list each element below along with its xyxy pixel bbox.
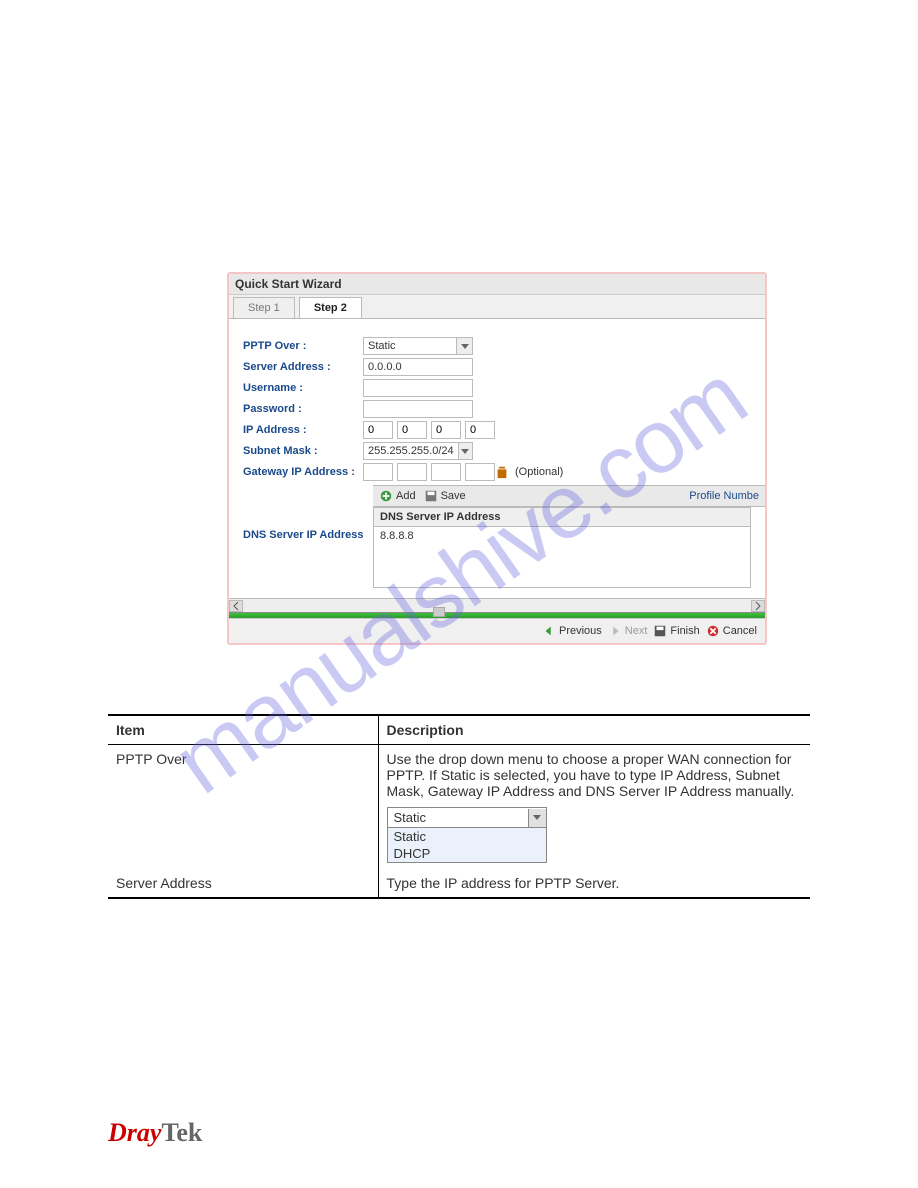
label-password: Password : [243, 403, 363, 415]
cancel-label: Cancel [723, 625, 757, 637]
cancel-icon [706, 624, 720, 638]
ip-octet-4[interactable] [465, 421, 495, 439]
profile-number-label: Profile Numbe [689, 490, 759, 502]
next-button[interactable]: Next [608, 624, 648, 638]
trash-icon[interactable] [495, 465, 509, 479]
wizard-title: Quick Start Wizard [229, 274, 765, 295]
table-row: PPTP Over Use the drop down menu to choo… [108, 745, 810, 870]
ip-octet-3[interactable] [431, 421, 461, 439]
th-description: Description [378, 715, 810, 745]
cell-item-pptp: PPTP Over [108, 745, 378, 870]
optional-label: (Optional) [515, 466, 563, 478]
finish-label: Finish [670, 625, 699, 637]
row-ip-address: IP Address : [243, 421, 751, 439]
gw-octet-4[interactable] [465, 463, 495, 481]
add-label: Add [396, 490, 416, 502]
subnet-mask-select[interactable]: 255.255.255.0/24 [363, 442, 473, 460]
previous-button[interactable]: Previous [542, 624, 602, 638]
plus-icon [379, 489, 393, 503]
save-icon [424, 489, 438, 503]
gw-octet-2[interactable] [397, 463, 427, 481]
ip-octet-1[interactable] [363, 421, 393, 439]
chevron-down-icon[interactable] [458, 443, 472, 459]
add-button[interactable]: Add [379, 489, 416, 503]
option-static[interactable]: Static [388, 828, 546, 845]
subnet-mask-value: 255.255.255.0/24 [364, 445, 458, 457]
label-subnet-mask: Subnet Mask : [243, 445, 363, 457]
pptp-over-select[interactable]: Static [363, 337, 473, 355]
dns-toolbar: Add Save Profile Numbe [373, 485, 765, 507]
save-icon [653, 624, 667, 638]
arrow-right-icon [608, 624, 622, 638]
scroll-left-icon[interactable] [229, 600, 243, 612]
label-ip-address: IP Address : [243, 424, 363, 436]
finish-button[interactable]: Finish [653, 624, 699, 638]
gw-octet-3[interactable] [431, 463, 461, 481]
row-username: Username : [243, 379, 751, 397]
dns-cell-value[interactable]: 8.8.8.8 [374, 527, 750, 587]
row-subnet-mask: Subnet Mask : 255.255.255.0/24 [243, 442, 751, 460]
scroll-thumb[interactable] [433, 607, 445, 617]
row-pptp-over: PPTP Over : Static [243, 337, 751, 355]
desc-text-1: Use the drop down menu to choose a prope… [387, 751, 795, 799]
brand-dray: Dray [108, 1118, 161, 1147]
chevron-down-icon[interactable] [456, 338, 472, 354]
mini-select-head[interactable]: Static [388, 808, 546, 827]
table-row: Server Address Type the IP address for P… [108, 869, 810, 898]
wizard-tabs: Step 1 Step 2 [229, 295, 765, 319]
label-pptp-over: PPTP Over : [243, 340, 363, 352]
dns-column-header: DNS Server IP Address [374, 508, 750, 527]
arrow-left-icon [542, 624, 556, 638]
mini-select-list: Static DHCP [388, 827, 546, 862]
mini-select-value: Static [388, 808, 528, 827]
tab-step-1[interactable]: Step 1 [233, 297, 295, 318]
chevron-down-icon[interactable] [528, 809, 546, 827]
pptp-option-demo-select[interactable]: Static Static DHCP [387, 807, 547, 863]
brand-tek: Tek [161, 1118, 202, 1147]
wizard-body: PPTP Over : Static Server Address : User… [229, 319, 765, 598]
username-input[interactable] [363, 379, 473, 397]
label-gateway: Gateway IP Address : [243, 466, 363, 478]
cell-item-server: Server Address [108, 869, 378, 898]
next-label: Next [625, 625, 648, 637]
quick-start-wizard-panel: Quick Start Wizard Step 1 Step 2 PPTP Ov… [227, 272, 767, 645]
ip-address-group [363, 421, 495, 439]
row-gateway: Gateway IP Address : (Optional) [243, 463, 751, 481]
tab-step-2[interactable]: Step 2 [299, 297, 362, 318]
cancel-button[interactable]: Cancel [706, 624, 757, 638]
option-dhcp[interactable]: DHCP [388, 845, 546, 862]
row-password: Password : [243, 400, 751, 418]
cell-desc-server: Type the IP address for PPTP Server. [378, 869, 810, 898]
label-dns-server: DNS Server IP Address [243, 507, 371, 588]
password-input[interactable] [363, 400, 473, 418]
label-server-address: Server Address : [243, 361, 363, 373]
save-label: Save [441, 490, 466, 502]
gw-octet-1[interactable] [363, 463, 393, 481]
th-item: Item [108, 715, 378, 745]
server-address-input[interactable] [363, 358, 473, 376]
scroll-right-icon[interactable] [751, 600, 765, 612]
ip-octet-2[interactable] [397, 421, 427, 439]
dns-block: DNS Server IP Address DNS Server IP Addr… [243, 507, 751, 588]
gateway-ip-group [363, 463, 495, 481]
brand-logo: DrayTek [108, 1118, 202, 1148]
cell-desc-pptp: Use the drop down menu to choose a prope… [378, 745, 810, 870]
row-server-address: Server Address : [243, 358, 751, 376]
description-table: Item Description PPTP Over Use the drop … [108, 714, 810, 899]
previous-label: Previous [559, 625, 602, 637]
save-button[interactable]: Save [424, 489, 466, 503]
horizontal-scrollbar[interactable] [229, 598, 765, 612]
dns-table: DNS Server IP Address 8.8.8.8 [373, 507, 751, 588]
label-username: Username : [243, 382, 363, 394]
wizard-footer: Previous Next Finish Cancel [229, 618, 765, 643]
pptp-over-value: Static [364, 340, 456, 352]
